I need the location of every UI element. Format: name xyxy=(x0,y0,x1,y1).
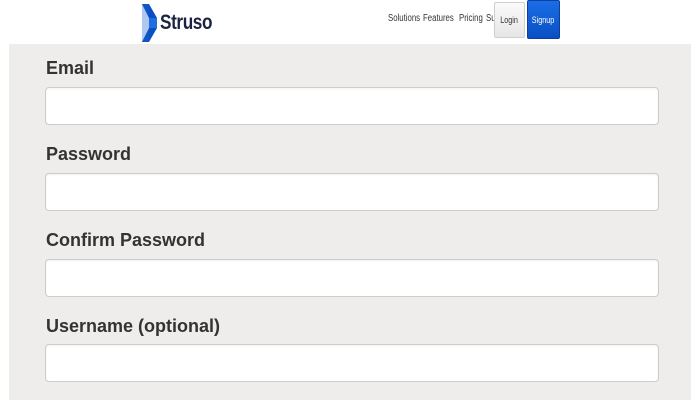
password-field[interactable] xyxy=(45,173,659,211)
logo-text: Struso xyxy=(160,11,213,34)
username-label: Username (optional) xyxy=(46,316,221,336)
username-field[interactable] xyxy=(45,344,659,382)
nav-link-solutions[interactable]: Solutions xyxy=(388,13,420,24)
signup-button[interactable]: Signup xyxy=(527,0,560,39)
signup-button-label: Signup xyxy=(532,14,555,25)
logo-mark-icon xyxy=(142,4,157,42)
email-label: Email xyxy=(46,58,95,78)
login-button[interactable]: Login xyxy=(494,2,525,38)
signup-form-panel: Email Password Confirm Password Username… xyxy=(9,44,691,400)
password-label: Password xyxy=(46,144,132,164)
email-field[interactable] xyxy=(45,87,659,125)
confirm-password-label: Confirm Password xyxy=(46,230,206,250)
top-navbar: Struso Solutions Features Pricing Suppor… xyxy=(0,0,700,44)
confirm-password-field[interactable] xyxy=(45,259,659,297)
nav-link-features[interactable]: Features xyxy=(423,13,454,24)
nav-link-pricing[interactable]: Pricing xyxy=(459,13,483,24)
logo[interactable]: Struso xyxy=(142,4,224,42)
login-button-label: Login xyxy=(500,15,519,25)
